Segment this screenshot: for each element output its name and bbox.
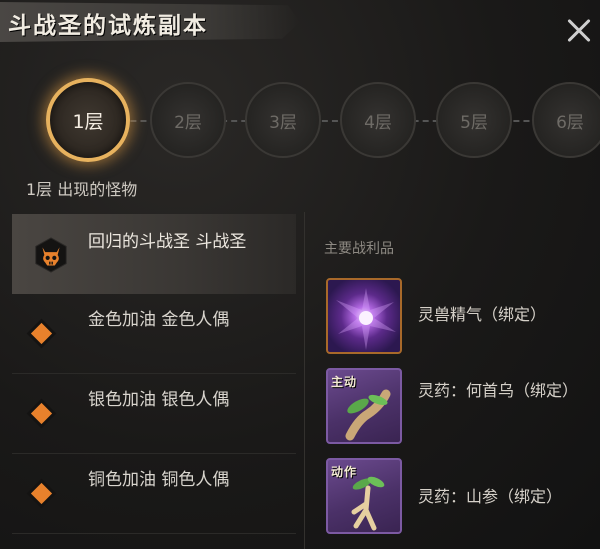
spirit-essence-icon [326,278,402,354]
orange-diamond-icon [30,482,52,504]
boss-skull-icon [35,237,67,273]
herb-root-icon: 主动 [326,368,402,444]
close-icon[interactable] [562,14,596,48]
floor-node-label: 3层 [269,112,297,133]
monster-name: 金色加油 金色人偶 [88,310,230,330]
section-divider [304,212,305,549]
loot-tag: 动作 [331,465,358,479]
loot-header: 主要战利品 [324,241,394,257]
loot-tag: 主动 [331,375,358,389]
monster-name: 铜色加油 铜色人偶 [88,470,230,490]
loot-item[interactable]: 动作 灵药：山参（绑定） [326,458,600,548]
loot-item[interactable]: 灵兽精气（绑定） [326,278,600,368]
floor-node-1[interactable]: 1层 [46,78,130,162]
floor-node-2[interactable]: 2层 [150,82,226,158]
monster-list: 回归的斗战圣 斗战圣 金色加油 金色人偶 银色加油 银色人偶 铜色加油 铜色人偶 [12,214,296,534]
orange-diamond-icon [30,322,52,344]
loot-name: 灵药：山参（绑定） [418,487,563,506]
monster-name: 回归的斗战圣 斗战圣 [88,232,247,252]
ginseng-icon: 动作 [326,458,402,534]
loot-name: 灵兽精气（绑定） [418,305,547,324]
floor-node-label: 1层 [72,110,104,133]
page-title: 斗战圣的试炼副本 [8,12,208,39]
floor-node-label: 6层 [556,112,584,133]
current-floor-label: 1层 出现的怪物 [26,180,138,199]
monster-name: 银色加油 银色人偶 [88,390,230,410]
monster-item[interactable]: 回归的斗战圣 斗战圣 [12,214,296,294]
floor-node-3[interactable]: 3层 [245,82,321,158]
monster-item[interactable]: 银色加油 银色人偶 [12,374,296,454]
floor-node-6[interactable]: 6层 [532,82,600,158]
floor-node-label: 2层 [174,112,202,133]
floor-node-5[interactable]: 5层 [436,82,512,158]
loot-item[interactable]: 主动 灵药：何首乌（绑定） [326,368,600,458]
monster-item[interactable]: 铜色加油 铜色人偶 [12,454,296,534]
orange-diamond-icon [30,402,52,424]
floor-node-label: 4层 [364,112,392,133]
floor-node-label: 5层 [460,112,488,133]
loot-name: 灵药：何首乌（绑定） [418,381,579,400]
monster-item[interactable]: 金色加油 金色人偶 [12,294,296,374]
title-bar: 斗战圣的试炼副本 [0,0,600,48]
floor-selector: 1层 2层 3层 4层 5层 6层 1层 出现的怪物 [0,60,600,199]
loot-list: 灵兽精气（绑定） 主动 灵药：何首乌（绑定） 动作 灵药：山参（绑定） [326,278,600,548]
dungeon-panel: 斗战圣的试炼副本 1层 2层 3层 4层 5层 6层 1层 出现的怪物 回归的斗… [0,0,600,549]
floor-node-4[interactable]: 4层 [340,82,416,158]
